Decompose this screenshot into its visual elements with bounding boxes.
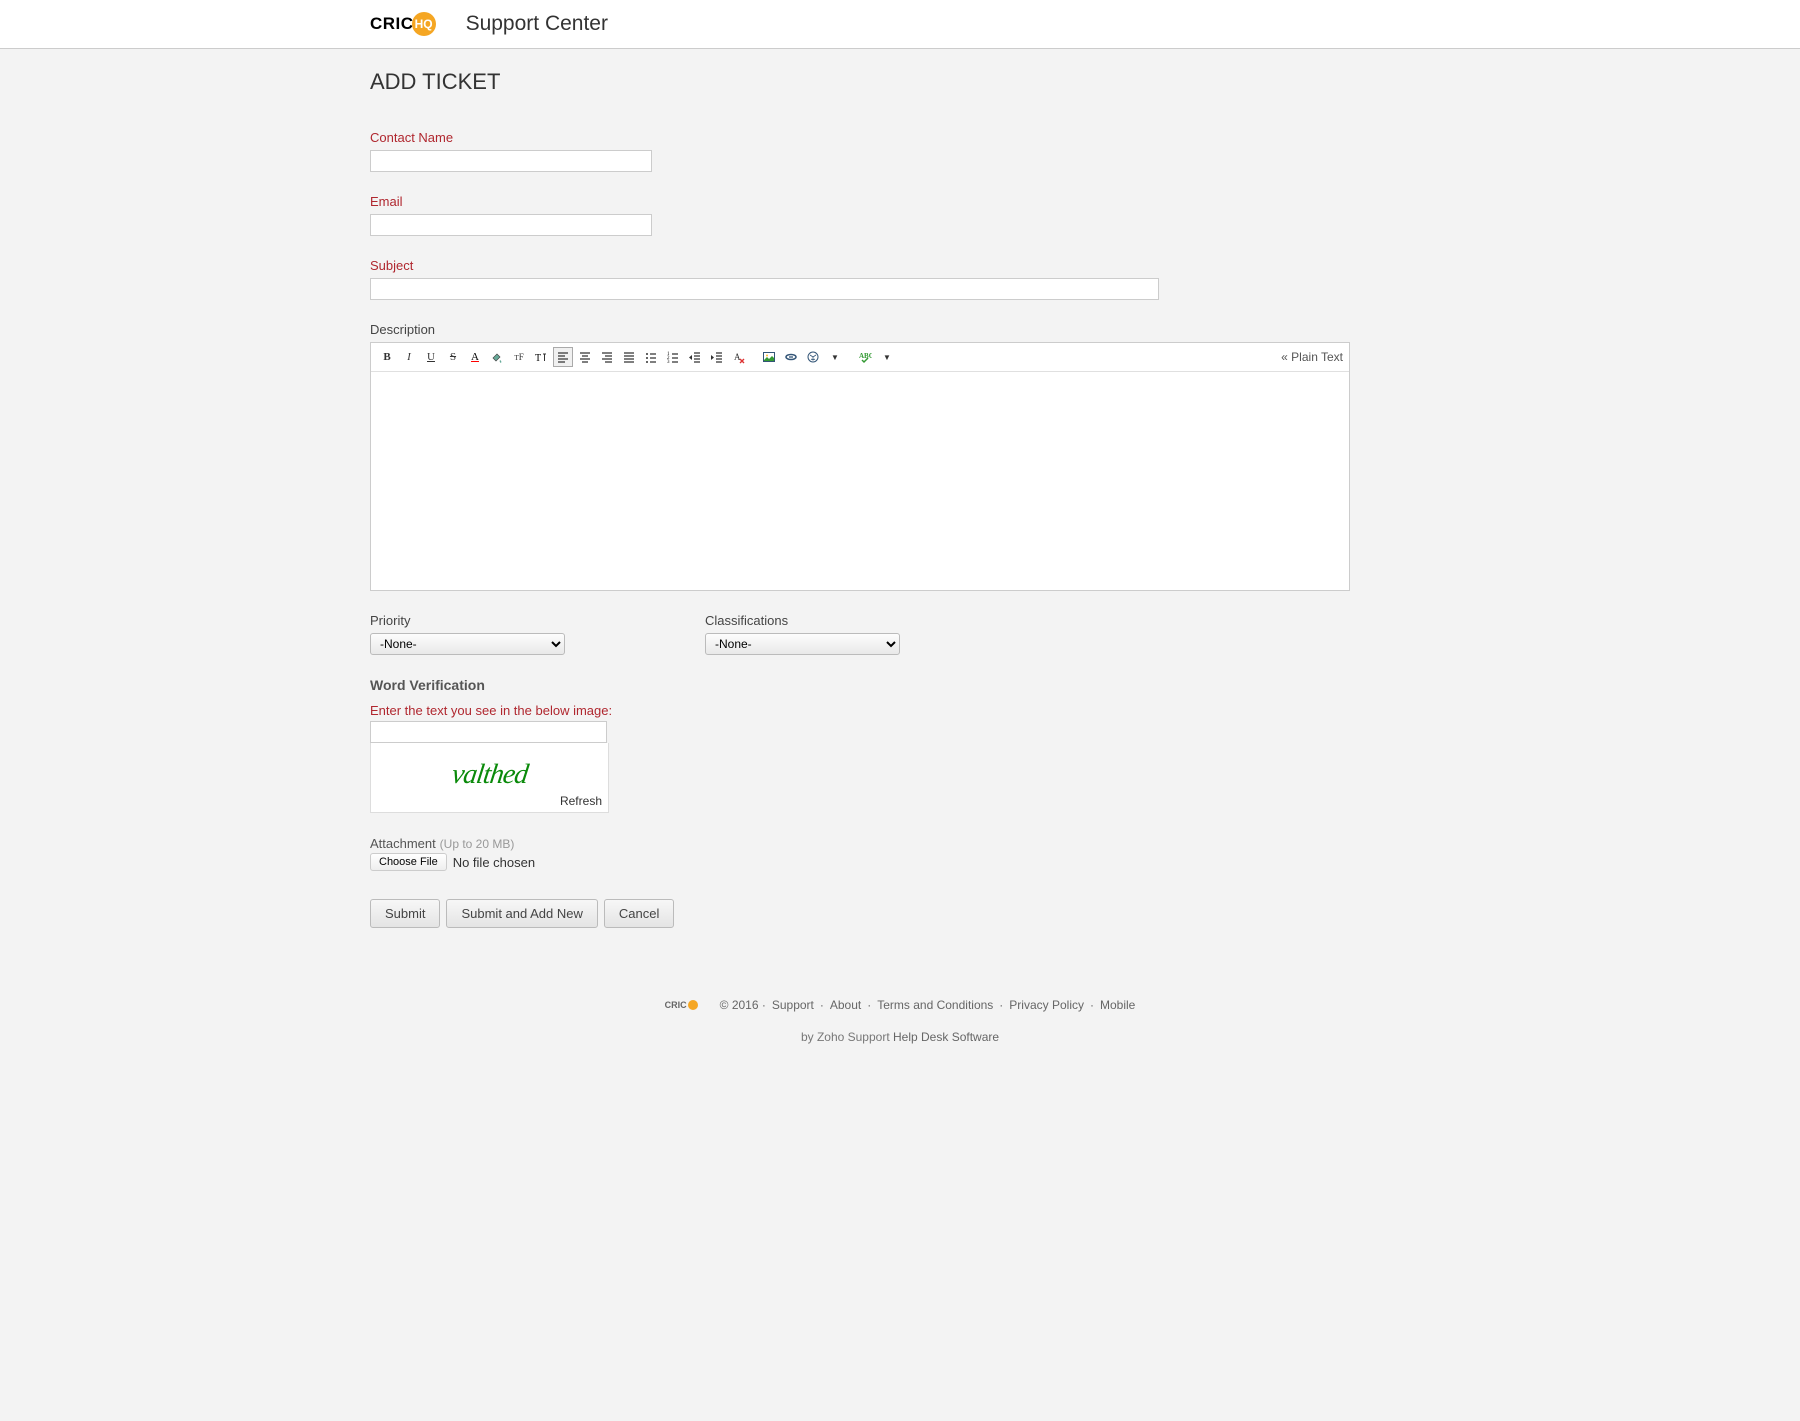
classifications-label: Classifications bbox=[705, 613, 900, 628]
footer-separator: · bbox=[1090, 998, 1094, 1012]
field-priority: Priority -None- bbox=[370, 613, 565, 655]
svg-text:ABC: ABC bbox=[859, 352, 872, 360]
main-content: ADD TICKET Contact Name Email Subject De… bbox=[360, 49, 1440, 948]
plain-text-toggle[interactable]: « Plain Text bbox=[1281, 350, 1343, 364]
indent-icon[interactable] bbox=[707, 347, 727, 367]
align-left-icon[interactable] bbox=[553, 347, 573, 367]
page-title: ADD TICKET bbox=[370, 69, 1430, 95]
outdent-icon[interactable] bbox=[685, 347, 705, 367]
svg-text:T: T bbox=[535, 353, 541, 364]
footer-separator: · bbox=[867, 998, 871, 1012]
field-classifications: Classifications -None- bbox=[705, 613, 900, 655]
priority-classification-row: Priority -None- Classifications -None- bbox=[370, 613, 1430, 655]
logo[interactable]: CRIC HQ bbox=[370, 12, 436, 36]
classifications-select[interactable]: -None- bbox=[705, 633, 900, 655]
field-contact-name: Contact Name bbox=[370, 130, 1430, 172]
refresh-captcha-link[interactable]: Refresh bbox=[560, 794, 602, 808]
dropdown-icon[interactable]: ▼ bbox=[825, 347, 845, 367]
file-chooser-row: Choose File No file chosen bbox=[370, 853, 1430, 871]
font-family-icon[interactable]: T bbox=[531, 347, 551, 367]
word-verification-section: Word Verification Enter the text you see… bbox=[370, 677, 1430, 813]
spellcheck-icon[interactable]: ABC bbox=[855, 347, 875, 367]
choose-file-button[interactable]: Choose File bbox=[370, 853, 447, 871]
cancel-button[interactable]: Cancel bbox=[604, 899, 674, 928]
logo-badge: HQ bbox=[412, 12, 436, 36]
attachment-hint: (Up to 20 MB) bbox=[440, 837, 515, 851]
align-center-icon[interactable] bbox=[575, 347, 595, 367]
email-input[interactable] bbox=[370, 214, 652, 236]
contact-name-label: Contact Name bbox=[370, 130, 1430, 145]
svg-text:A: A bbox=[734, 352, 741, 362]
email-label: Email bbox=[370, 194, 1430, 209]
underline-icon[interactable]: U bbox=[421, 347, 441, 367]
header-title: Support Center bbox=[466, 12, 608, 36]
footer-links-row: CRIC © 2016 · Support · About · Terms an… bbox=[360, 998, 1440, 1012]
form-actions: Submit Submit and Add New Cancel bbox=[370, 899, 1430, 928]
italic-icon[interactable]: I bbox=[399, 347, 419, 367]
bold-icon[interactable]: B bbox=[377, 347, 397, 367]
footer-logo: CRIC bbox=[665, 1000, 698, 1010]
footer-credit-link[interactable]: Help Desk Software bbox=[893, 1030, 999, 1044]
submit-button[interactable]: Submit bbox=[370, 899, 440, 928]
dropdown-icon[interactable]: ▼ bbox=[877, 347, 897, 367]
numbered-list-icon[interactable]: 123 bbox=[663, 347, 683, 367]
header-inner: CRIC HQ Support Center bbox=[360, 12, 1440, 36]
header: CRIC HQ Support Center bbox=[0, 0, 1800, 49]
font-color-icon[interactable]: A bbox=[465, 347, 485, 367]
field-subject: Subject bbox=[370, 258, 1430, 300]
footer-copyright: © 2016 · bbox=[720, 998, 766, 1012]
align-right-icon[interactable] bbox=[597, 347, 617, 367]
footer: CRIC © 2016 · Support · About · Terms an… bbox=[360, 998, 1440, 1044]
special-char-icon[interactable] bbox=[803, 347, 823, 367]
editor-toolbar: B I U S A TF T bbox=[371, 343, 1349, 372]
field-description: Description B I U S A TF T bbox=[370, 322, 1430, 591]
captcha-image-box: valthed Refresh bbox=[370, 743, 609, 813]
description-textarea[interactable] bbox=[371, 372, 1349, 590]
file-status-text: No file chosen bbox=[453, 855, 535, 870]
subject-input[interactable] bbox=[370, 278, 1159, 300]
image-icon[interactable] bbox=[759, 347, 779, 367]
submit-add-new-button[interactable]: Submit and Add New bbox=[446, 899, 597, 928]
font-size-icon[interactable]: TF bbox=[509, 347, 529, 367]
captcha-instruction: Enter the text you see in the below imag… bbox=[370, 703, 1430, 718]
priority-select[interactable]: -None- bbox=[370, 633, 565, 655]
word-verification-title: Word Verification bbox=[370, 677, 1430, 693]
field-email: Email bbox=[370, 194, 1430, 236]
footer-separator: · bbox=[820, 998, 824, 1012]
priority-label: Priority bbox=[370, 613, 565, 628]
attachment-label: Attachment bbox=[370, 836, 436, 851]
align-justify-icon[interactable] bbox=[619, 347, 639, 367]
footer-link-about[interactable]: About bbox=[830, 998, 861, 1012]
footer-credit: by Zoho Support Help Desk Software bbox=[360, 1030, 1440, 1044]
clear-format-icon[interactable]: A bbox=[729, 347, 749, 367]
footer-separator: · bbox=[999, 998, 1003, 1012]
link-icon[interactable] bbox=[781, 347, 801, 367]
attachment-section: Attachment (Up to 20 MB) Choose File No … bbox=[370, 835, 1430, 871]
description-label: Description bbox=[370, 322, 1430, 337]
captcha-input[interactable] bbox=[370, 721, 607, 743]
bullet-list-icon[interactable] bbox=[641, 347, 661, 367]
captcha-text: valthed bbox=[450, 759, 530, 791]
rich-text-editor: B I U S A TF T bbox=[370, 342, 1350, 591]
footer-link-support[interactable]: Support bbox=[772, 998, 814, 1012]
footer-link-terms[interactable]: Terms and Conditions bbox=[877, 998, 993, 1012]
background-color-icon[interactable] bbox=[487, 347, 507, 367]
footer-logo-text: CRIC bbox=[665, 1000, 687, 1010]
footer-credit-prefix: by Zoho Support bbox=[801, 1030, 893, 1044]
subject-label: Subject bbox=[370, 258, 1430, 273]
strikethrough-icon[interactable]: S bbox=[443, 347, 463, 367]
svg-text:3: 3 bbox=[667, 360, 670, 364]
footer-link-privacy[interactable]: Privacy Policy bbox=[1009, 998, 1084, 1012]
contact-name-input[interactable] bbox=[370, 150, 652, 172]
footer-link-mobile[interactable]: Mobile bbox=[1100, 998, 1135, 1012]
footer-logo-badge bbox=[688, 1000, 698, 1010]
logo-text: CRIC bbox=[370, 14, 414, 34]
